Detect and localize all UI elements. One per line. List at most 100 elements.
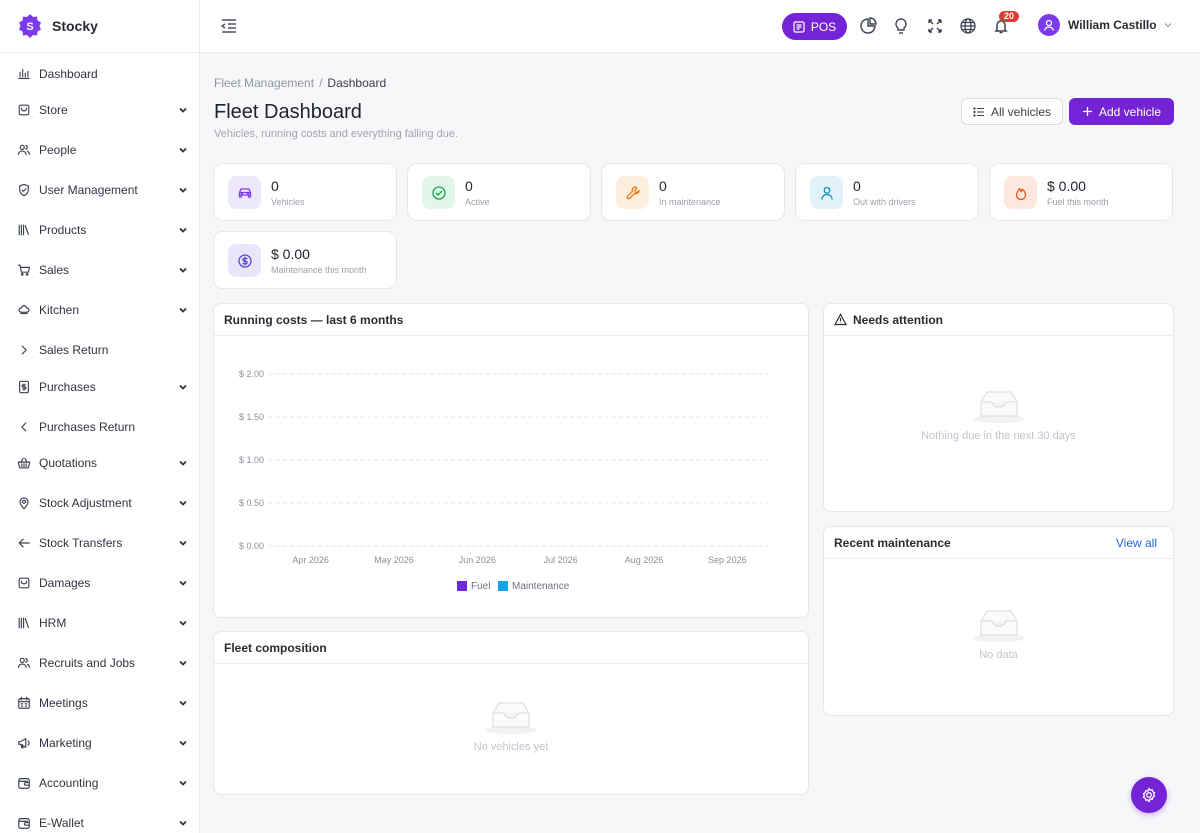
chevron-down-icon [178, 578, 188, 588]
sidebar-item-e-wallet[interactable]: E-Wallet [0, 813, 199, 833]
view-all-link[interactable]: View all [1116, 536, 1157, 550]
sidebar-item-user-management[interactable]: User Management [0, 180, 199, 200]
pos-button[interactable]: POS [782, 13, 847, 40]
breadcrumb-parent[interactable]: Fleet Management [214, 76, 314, 90]
chevron-down-icon [178, 458, 188, 468]
warning-icon [834, 313, 847, 326]
needs-attention-panel: Needs attention Nothing due in the next … [823, 303, 1174, 512]
user-icon [1043, 19, 1055, 31]
needs-attention-empty-text: Nothing due in the next 30 days [921, 430, 1076, 442]
fleet-composition-panel: Fleet composition No vehicles yet [213, 631, 809, 795]
stat-value: $ 0.00 [271, 246, 310, 262]
bar-chart-icon [17, 67, 31, 81]
sidebar-item-label: People [39, 143, 77, 157]
car-icon [228, 176, 261, 209]
chevron-down-icon [178, 225, 188, 235]
library-icon [17, 616, 31, 630]
store-icon [17, 576, 31, 590]
list-icon [973, 106, 984, 117]
settings-fab[interactable] [1131, 777, 1167, 813]
sidebar-item-accounting[interactable]: Accounting [0, 773, 199, 793]
shield-icon [17, 183, 31, 197]
sidebar-item-sales-return[interactable]: Sales Return [0, 340, 199, 360]
fleet-composition-empty: No vehicles yet [214, 699, 808, 753]
y-tick-label: $ 0.50 [239, 498, 264, 508]
sidebar-item-label: Damages [39, 576, 91, 590]
sidebar-item-label: Accounting [39, 776, 99, 790]
sidebar-item-store[interactable]: Store [0, 100, 199, 120]
stat-label: Active [465, 197, 490, 207]
all-vehicles-button[interactable]: All vehicles [961, 98, 1063, 125]
stat-value: 0 [465, 178, 473, 194]
sidebar-item-products[interactable]: Products [0, 220, 199, 240]
sidebar-item-label: Purchases [39, 380, 96, 394]
pos-icon [793, 20, 805, 33]
globe-icon[interactable] [959, 17, 977, 35]
add-vehicle-label: Add vehicle [1098, 104, 1162, 119]
all-vehicles-label: All vehicles [990, 104, 1052, 119]
chevron-down-icon [178, 185, 188, 195]
recent-maintenance-empty: No data [824, 607, 1173, 661]
sidebar-item-people[interactable]: People [0, 140, 199, 160]
add-vehicle-button[interactable]: Add vehicle [1069, 98, 1174, 125]
basket-icon [17, 456, 31, 470]
sidebar-item-damages[interactable]: Damages [0, 573, 199, 593]
stat-label: Fuel this month [1047, 197, 1109, 207]
stat-card-fuel-this-month: $ 0.00 Fuel this month [989, 163, 1173, 221]
cart-icon [17, 263, 31, 277]
calendar-icon [17, 696, 31, 710]
sidebar-item-label: Meetings [39, 696, 88, 710]
stat-label: Out with drivers [853, 197, 916, 207]
chevron-down-icon [178, 382, 188, 392]
chevron-down-icon [178, 658, 188, 668]
running-costs-title: Running costs — last 6 months [214, 304, 808, 336]
stat-value: 0 [853, 178, 861, 194]
menu-toggle-icon[interactable] [220, 17, 238, 35]
recent-maintenance-title: Recent maintenance [834, 535, 951, 550]
y-tick-label: $ 1.00 [239, 455, 264, 465]
user-name: William Castillo [1068, 18, 1157, 32]
legend-swatch [498, 581, 508, 591]
stat-value: 0 [659, 178, 667, 194]
sidebar-item-stock-adjustment[interactable]: Stock Adjustment [0, 493, 199, 513]
stat-card-active: 0 Active [407, 163, 591, 221]
stat-label: Maintenance this month [271, 265, 367, 275]
sidebar-item-marketing[interactable]: Marketing [0, 733, 199, 753]
sidebar: S Stocky Dashboard Store People User Manage… [0, 0, 200, 833]
lightbulb-icon[interactable] [892, 17, 910, 35]
chevron-down-icon [178, 305, 188, 315]
sidebar-item-meetings[interactable]: Meetings [0, 693, 199, 713]
legend-swatch [457, 581, 467, 591]
person-icon [810, 176, 843, 209]
megaphone-icon [17, 736, 31, 750]
wallet-icon [17, 776, 31, 790]
user-menu[interactable]: William Castillo [1038, 14, 1173, 36]
sidebar-item-label: E-Wallet [39, 816, 84, 830]
stat-label: In maintenance [659, 197, 721, 207]
sidebar-item-hrm[interactable]: HRM [0, 613, 199, 633]
sidebar-item-label: Purchases Return [39, 420, 136, 434]
sidebar-item-dashboard[interactable]: Dashboard [0, 64, 199, 84]
sidebar-item-recruits-and-jobs[interactable]: Recruits and Jobs [0, 653, 199, 673]
sidebar-item-label: User Management [39, 183, 138, 197]
stat-card-out-with-drivers: 0 Out with drivers [795, 163, 979, 221]
sidebar-item-sales[interactable]: Sales [0, 260, 199, 280]
stat-card-maintenance-this-month: $ 0.00 Maintenance this month [213, 231, 397, 289]
brand[interactable]: S Stocky [0, 0, 199, 53]
chevron-down-icon [178, 818, 188, 828]
check-circle-icon [422, 176, 455, 209]
sidebar-item-purchases[interactable]: Purchases [0, 377, 199, 397]
sidebar-item-quotations[interactable]: Quotations [0, 453, 199, 473]
sidebar-item-purchases-return[interactable]: Purchases Return [0, 417, 199, 437]
stat-value: 0 [271, 178, 279, 194]
books-icon [17, 223, 31, 237]
pie-chart-icon[interactable] [859, 17, 877, 35]
chevron-left-icon [17, 420, 31, 434]
fullscreen-icon[interactable] [926, 17, 944, 35]
chevron-down-icon [178, 538, 188, 548]
chevron-down-icon [178, 618, 188, 628]
sidebar-item-kitchen[interactable]: Kitchen [0, 300, 199, 320]
recent-maintenance-empty-text: No data [979, 649, 1018, 661]
y-tick-label: $ 1.50 [239, 412, 264, 422]
sidebar-item-stock-transfers[interactable]: Stock Transfers [0, 533, 199, 553]
